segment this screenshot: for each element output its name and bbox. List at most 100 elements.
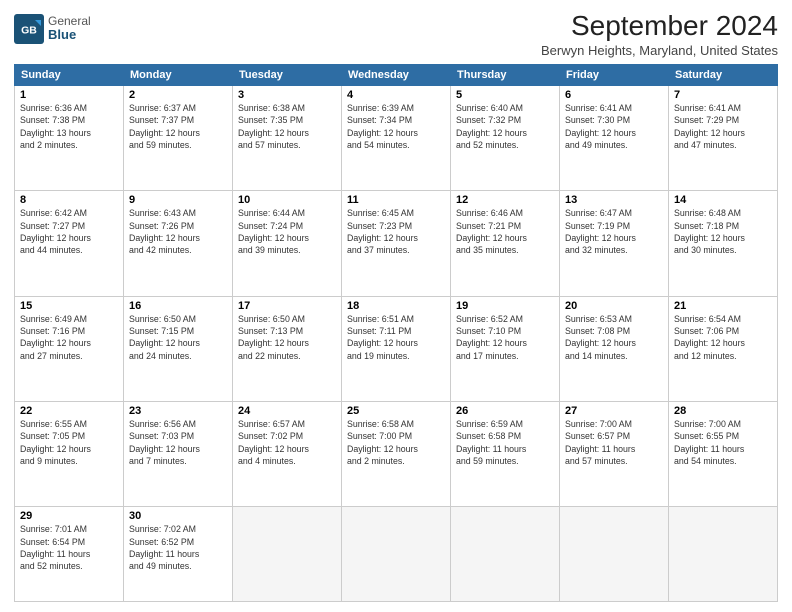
day-info: Sunrise: 6:53 AM Sunset: 7:08 PM Dayligh…: [565, 313, 663, 362]
calendar-day-20: 20Sunrise: 6:53 AM Sunset: 7:08 PM Dayli…: [560, 296, 669, 401]
calendar-day-30: 30Sunrise: 7:02 AM Sunset: 6:52 PM Dayli…: [124, 507, 233, 602]
day-number: 7: [674, 89, 772, 101]
day-info: Sunrise: 6:36 AM Sunset: 7:38 PM Dayligh…: [20, 102, 118, 151]
calendar-day-12: 12Sunrise: 6:46 AM Sunset: 7:21 PM Dayli…: [451, 191, 560, 296]
col-saturday: Saturday: [669, 65, 778, 86]
calendar-day-10: 10Sunrise: 6:44 AM Sunset: 7:24 PM Dayli…: [233, 191, 342, 296]
day-info: Sunrise: 6:51 AM Sunset: 7:11 PM Dayligh…: [347, 313, 445, 362]
day-number: 23: [129, 405, 227, 417]
day-number: 1: [20, 89, 118, 101]
calendar-day-24: 24Sunrise: 6:57 AM Sunset: 7:02 PM Dayli…: [233, 402, 342, 507]
svg-text:GB: GB: [21, 25, 37, 37]
header-row: Sunday Monday Tuesday Wednesday Thursday…: [15, 65, 778, 86]
day-number: 4: [347, 89, 445, 101]
calendar-day-14: 14Sunrise: 6:48 AM Sunset: 7:18 PM Dayli…: [669, 191, 778, 296]
day-info: Sunrise: 6:56 AM Sunset: 7:03 PM Dayligh…: [129, 418, 227, 467]
day-info: Sunrise: 7:00 AM Sunset: 6:57 PM Dayligh…: [565, 418, 663, 467]
calendar-day-19: 19Sunrise: 6:52 AM Sunset: 7:10 PM Dayli…: [451, 296, 560, 401]
calendar-week-4: 22Sunrise: 6:55 AM Sunset: 7:05 PM Dayli…: [15, 402, 778, 507]
calendar-empty: [451, 507, 560, 602]
calendar-day-9: 9Sunrise: 6:43 AM Sunset: 7:26 PM Daylig…: [124, 191, 233, 296]
day-number: 22: [20, 405, 118, 417]
logo-text: General Blue: [48, 15, 91, 42]
calendar-week-2: 8Sunrise: 6:42 AM Sunset: 7:27 PM Daylig…: [15, 191, 778, 296]
day-info: Sunrise: 6:41 AM Sunset: 7:29 PM Dayligh…: [674, 102, 772, 151]
col-friday: Friday: [560, 65, 669, 86]
day-number: 18: [347, 300, 445, 312]
day-info: Sunrise: 7:00 AM Sunset: 6:55 PM Dayligh…: [674, 418, 772, 467]
calendar-day-23: 23Sunrise: 6:56 AM Sunset: 7:03 PM Dayli…: [124, 402, 233, 507]
day-number: 14: [674, 194, 772, 206]
day-info: Sunrise: 6:54 AM Sunset: 7:06 PM Dayligh…: [674, 313, 772, 362]
day-number: 11: [347, 194, 445, 206]
day-info: Sunrise: 6:50 AM Sunset: 7:15 PM Dayligh…: [129, 313, 227, 362]
col-monday: Monday: [124, 65, 233, 86]
calendar-day-15: 15Sunrise: 6:49 AM Sunset: 7:16 PM Dayli…: [15, 296, 124, 401]
logo: GB General Blue: [14, 14, 91, 44]
day-info: Sunrise: 6:59 AM Sunset: 6:58 PM Dayligh…: [456, 418, 554, 467]
day-info: Sunrise: 6:58 AM Sunset: 7:00 PM Dayligh…: [347, 418, 445, 467]
day-info: Sunrise: 6:47 AM Sunset: 7:19 PM Dayligh…: [565, 207, 663, 256]
day-number: 5: [456, 89, 554, 101]
day-info: Sunrise: 6:42 AM Sunset: 7:27 PM Dayligh…: [20, 207, 118, 256]
day-number: 17: [238, 300, 336, 312]
calendar-week-5: 29Sunrise: 7:01 AM Sunset: 6:54 PM Dayli…: [15, 507, 778, 602]
day-number: 10: [238, 194, 336, 206]
day-number: 28: [674, 405, 772, 417]
main-title: September 2024: [541, 10, 778, 42]
day-info: Sunrise: 6:46 AM Sunset: 7:21 PM Dayligh…: [456, 207, 554, 256]
day-number: 26: [456, 405, 554, 417]
calendar-day-18: 18Sunrise: 6:51 AM Sunset: 7:11 PM Dayli…: [342, 296, 451, 401]
calendar-day-6: 6Sunrise: 6:41 AM Sunset: 7:30 PM Daylig…: [560, 86, 669, 191]
day-info: Sunrise: 6:45 AM Sunset: 7:23 PM Dayligh…: [347, 207, 445, 256]
calendar-day-5: 5Sunrise: 6:40 AM Sunset: 7:32 PM Daylig…: [451, 86, 560, 191]
calendar-day-17: 17Sunrise: 6:50 AM Sunset: 7:13 PM Dayli…: [233, 296, 342, 401]
calendar-day-25: 25Sunrise: 6:58 AM Sunset: 7:00 PM Dayli…: [342, 402, 451, 507]
day-info: Sunrise: 7:02 AM Sunset: 6:52 PM Dayligh…: [129, 523, 227, 572]
calendar-day-11: 11Sunrise: 6:45 AM Sunset: 7:23 PM Dayli…: [342, 191, 451, 296]
day-info: Sunrise: 6:49 AM Sunset: 7:16 PM Dayligh…: [20, 313, 118, 362]
logo-icon: GB: [14, 14, 44, 44]
day-info: Sunrise: 6:43 AM Sunset: 7:26 PM Dayligh…: [129, 207, 227, 256]
calendar-day-16: 16Sunrise: 6:50 AM Sunset: 7:15 PM Dayli…: [124, 296, 233, 401]
day-info: Sunrise: 6:52 AM Sunset: 7:10 PM Dayligh…: [456, 313, 554, 362]
col-wednesday: Wednesday: [342, 65, 451, 86]
day-info: Sunrise: 6:55 AM Sunset: 7:05 PM Dayligh…: [20, 418, 118, 467]
calendar-day-2: 2Sunrise: 6:37 AM Sunset: 7:37 PM Daylig…: [124, 86, 233, 191]
logo-line2: Blue: [48, 28, 91, 42]
day-info: Sunrise: 6:50 AM Sunset: 7:13 PM Dayligh…: [238, 313, 336, 362]
day-number: 12: [456, 194, 554, 206]
calendar-empty: [342, 507, 451, 602]
day-number: 16: [129, 300, 227, 312]
col-sunday: Sunday: [15, 65, 124, 86]
col-thursday: Thursday: [451, 65, 560, 86]
day-number: 6: [565, 89, 663, 101]
col-tuesday: Tuesday: [233, 65, 342, 86]
day-number: 13: [565, 194, 663, 206]
day-info: Sunrise: 6:57 AM Sunset: 7:02 PM Dayligh…: [238, 418, 336, 467]
day-number: 24: [238, 405, 336, 417]
calendar-day-1: 1Sunrise: 6:36 AM Sunset: 7:38 PM Daylig…: [15, 86, 124, 191]
calendar-empty: [669, 507, 778, 602]
calendar-day-22: 22Sunrise: 6:55 AM Sunset: 7:05 PM Dayli…: [15, 402, 124, 507]
calendar-empty: [560, 507, 669, 602]
day-number: 8: [20, 194, 118, 206]
day-info: Sunrise: 6:41 AM Sunset: 7:30 PM Dayligh…: [565, 102, 663, 151]
calendar-day-27: 27Sunrise: 7:00 AM Sunset: 6:57 PM Dayli…: [560, 402, 669, 507]
day-info: Sunrise: 6:40 AM Sunset: 7:32 PM Dayligh…: [456, 102, 554, 151]
calendar-day-4: 4Sunrise: 6:39 AM Sunset: 7:34 PM Daylig…: [342, 86, 451, 191]
calendar-empty: [233, 507, 342, 602]
day-number: 20: [565, 300, 663, 312]
day-number: 27: [565, 405, 663, 417]
day-info: Sunrise: 6:38 AM Sunset: 7:35 PM Dayligh…: [238, 102, 336, 151]
day-number: 29: [20, 510, 118, 522]
day-number: 2: [129, 89, 227, 101]
day-number: 30: [129, 510, 227, 522]
calendar-day-7: 7Sunrise: 6:41 AM Sunset: 7:29 PM Daylig…: [669, 86, 778, 191]
calendar-day-26: 26Sunrise: 6:59 AM Sunset: 6:58 PM Dayli…: [451, 402, 560, 507]
day-info: Sunrise: 6:48 AM Sunset: 7:18 PM Dayligh…: [674, 207, 772, 256]
day-info: Sunrise: 7:01 AM Sunset: 6:54 PM Dayligh…: [20, 523, 118, 572]
day-info: Sunrise: 6:37 AM Sunset: 7:37 PM Dayligh…: [129, 102, 227, 151]
page: GB General Blue September 2024 Berwyn He…: [0, 0, 792, 612]
calendar-week-3: 15Sunrise: 6:49 AM Sunset: 7:16 PM Dayli…: [15, 296, 778, 401]
